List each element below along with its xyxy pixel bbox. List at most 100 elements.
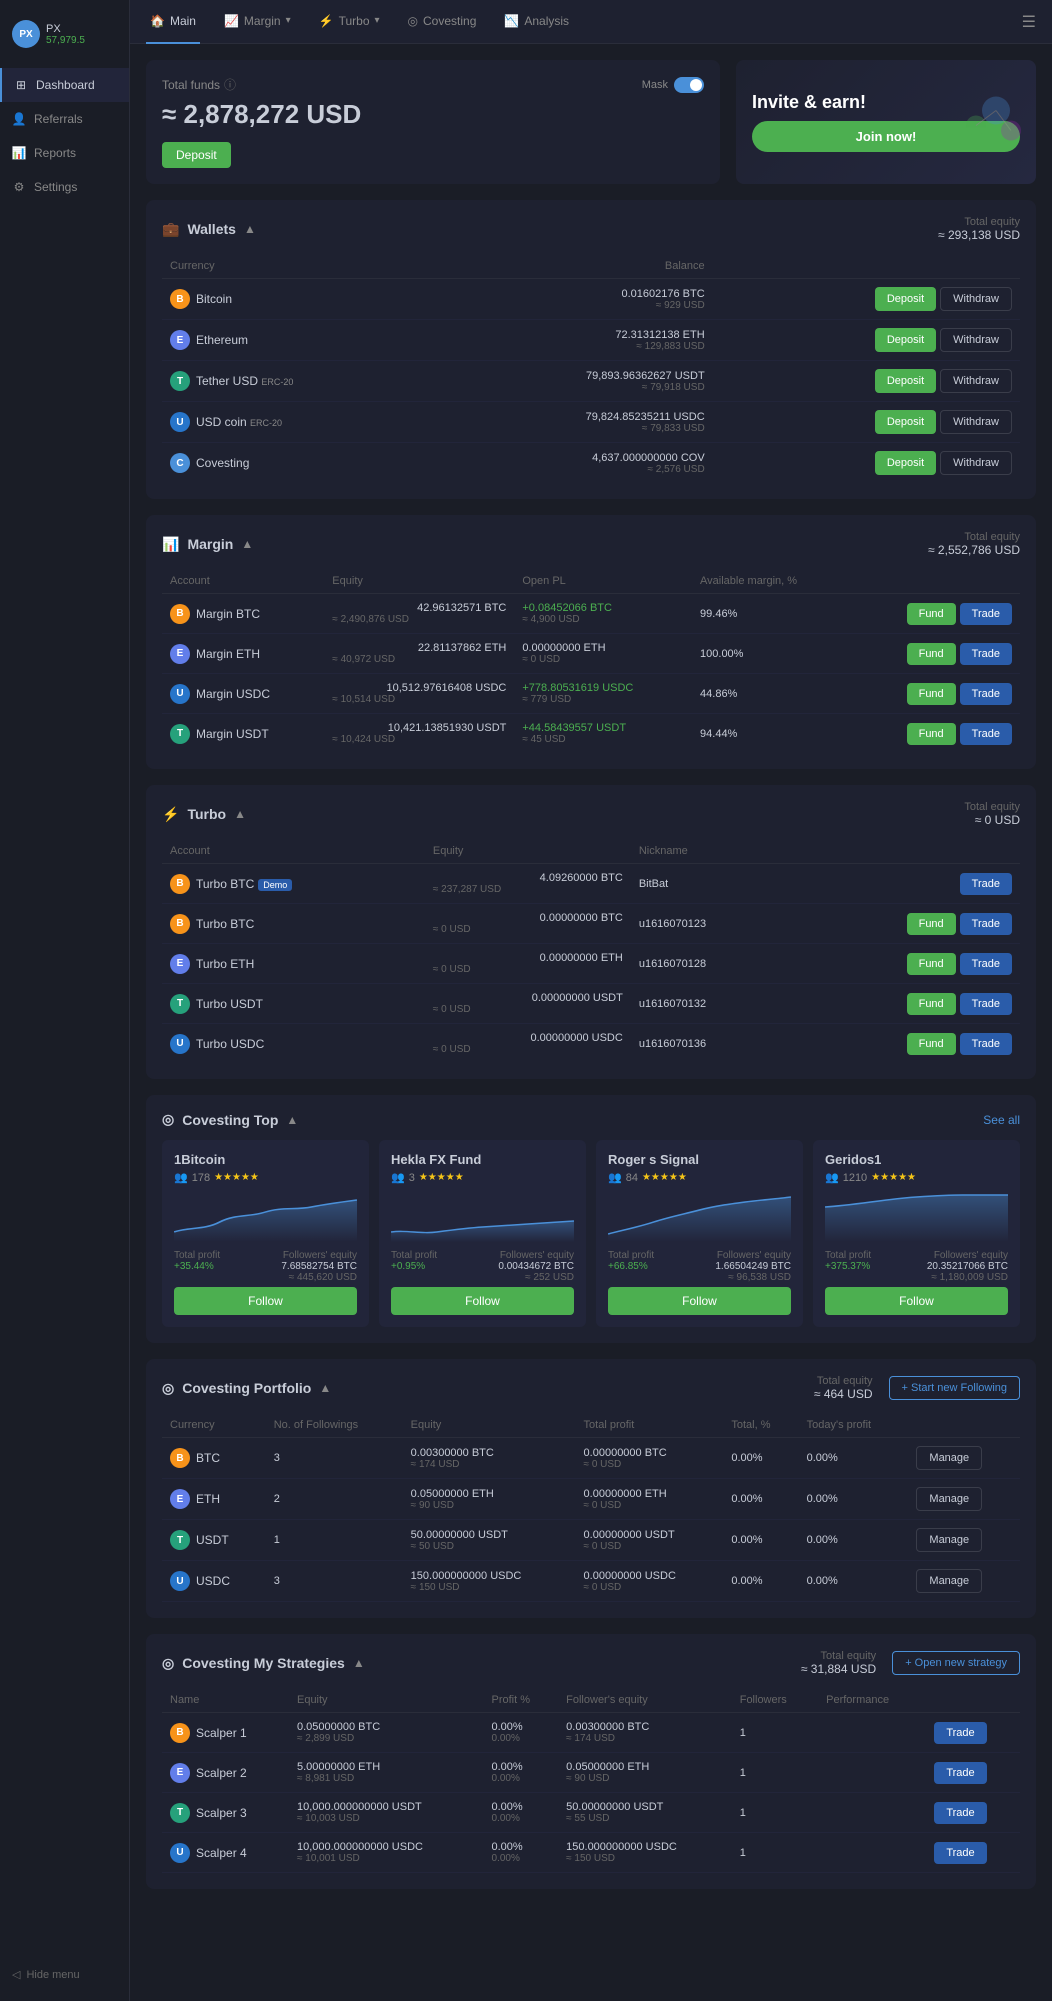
manage-button[interactable]: Manage xyxy=(916,1487,982,1511)
sidebar-item-dashboard[interactable]: ⊞ Dashboard xyxy=(0,68,129,102)
account-cell: B Turbo BTCDemo xyxy=(162,864,425,904)
wallets-collapse[interactable]: ▲ xyxy=(244,222,256,236)
coin-icon: E xyxy=(170,954,190,974)
table-row: B Scalper 1 0.05000000 BTC ≈ 2,899 USD 0… xyxy=(162,1713,1020,1753)
trade-button[interactable]: Trade xyxy=(960,603,1012,625)
coin-icon: T xyxy=(170,1803,190,1823)
deposit-button[interactable]: Deposit xyxy=(875,287,936,311)
profit-cell: 0.00% 0.00% xyxy=(483,1833,558,1873)
margin-equity-label: Total equity xyxy=(928,531,1020,543)
see-all-link[interactable]: See all xyxy=(983,1113,1020,1127)
profit-amount: 0.00000000 USDT xyxy=(584,1529,716,1541)
mask-switch[interactable] xyxy=(674,77,704,93)
tab-covesting[interactable]: ◎ Covesting xyxy=(404,0,481,44)
today-cell: 0.00% xyxy=(799,1438,909,1479)
card-stars: ★★★★★ xyxy=(214,1172,259,1183)
followers-equity-label: Followers' equity xyxy=(715,1250,791,1261)
equity-usd: ≈ 237,287 USD xyxy=(433,884,623,895)
follow-button[interactable]: Follow xyxy=(825,1287,1008,1315)
sidebar-item-referrals[interactable]: 👤 Referrals xyxy=(0,102,129,136)
card-name: Geridos1 xyxy=(825,1152,1008,1167)
deposit-button[interactable]: Deposit xyxy=(875,451,936,475)
total-funds-card: Total funds ⓘ Mask ≈ 2,878,272 USD Depos… xyxy=(146,60,720,184)
table-row: C Covesting 4,637.000000000 COV ≈ 2,576 … xyxy=(162,443,1020,484)
sidebar-item-reports[interactable]: 📊 Reports xyxy=(0,136,129,170)
follow-button[interactable]: Follow xyxy=(174,1287,357,1315)
equity-cell: 5.00000000 ETH ≈ 8,981 USD xyxy=(289,1753,484,1793)
turbo-collapse[interactable]: ▲ xyxy=(234,807,246,821)
withdraw-button[interactable]: Withdraw xyxy=(940,451,1012,475)
manage-button[interactable]: Manage xyxy=(916,1569,982,1593)
manage-button[interactable]: Manage xyxy=(916,1528,982,1552)
followers-equity-value: 20.35217066 BTC xyxy=(927,1261,1008,1272)
equity-amount: 0.00000000 USDT xyxy=(433,992,623,1004)
withdraw-button[interactable]: Withdraw xyxy=(940,369,1012,393)
equity-usd: ≈ 2,490,876 USD xyxy=(332,614,506,625)
fund-button[interactable]: Fund xyxy=(907,603,956,625)
profit1: 0.00% xyxy=(491,1761,550,1773)
balance-cell: 4,637.000000000 COV ≈ 2,576 USD xyxy=(442,443,713,484)
follow-button[interactable]: Follow xyxy=(608,1287,791,1315)
mask-toggle[interactable]: Mask xyxy=(642,77,704,93)
trade-button[interactable]: Trade xyxy=(960,953,1012,975)
turbo-section: ⚡ Turbo ▲ Total equity ≈ 0 USD Account E… xyxy=(146,785,1036,1079)
trade-button[interactable]: Trade xyxy=(934,1802,986,1824)
deposit-button[interactable]: Deposit xyxy=(162,142,231,168)
trade-button[interactable]: Trade xyxy=(960,873,1012,895)
nickname-cell: u1616070132 xyxy=(631,984,789,1024)
strategies-collapse[interactable]: ▲ xyxy=(353,1656,365,1670)
start-following-button[interactable]: + Start new Following xyxy=(889,1376,1020,1400)
trade-button[interactable]: Trade xyxy=(934,1762,986,1784)
performance-cell xyxy=(818,1833,926,1873)
fund-button[interactable]: Fund xyxy=(907,723,956,745)
card-name: Hekla FX Fund xyxy=(391,1152,574,1167)
strategy-name: Scalper 3 xyxy=(196,1806,247,1820)
name-cell: E Scalper 2 xyxy=(162,1753,289,1793)
trade-button[interactable]: Trade xyxy=(960,643,1012,665)
deposit-button[interactable]: Deposit xyxy=(875,410,936,434)
sidebar-item-label: Settings xyxy=(34,180,77,194)
trade-button[interactable]: Trade xyxy=(960,913,1012,935)
fund-button[interactable]: Fund xyxy=(907,953,956,975)
withdraw-button[interactable]: Withdraw xyxy=(940,328,1012,352)
follower-equity-usd: ≈ 150 USD xyxy=(566,1853,724,1864)
covesting-top-collapse[interactable]: ▲ xyxy=(286,1113,298,1127)
wallets-equity-value: ≈ 293,138 USD xyxy=(938,228,1020,242)
portfolio-collapse[interactable]: ▲ xyxy=(319,1381,331,1395)
margin-collapse[interactable]: ▲ xyxy=(241,537,253,551)
wallets-icon: 💼 xyxy=(162,221,179,238)
manage-button[interactable]: Manage xyxy=(916,1446,982,1470)
account-cell: U Turbo USDC xyxy=(162,1024,425,1064)
fund-button[interactable]: Fund xyxy=(907,913,956,935)
deposit-button[interactable]: Deposit xyxy=(875,369,936,393)
deposit-button[interactable]: Deposit xyxy=(875,328,936,352)
sidebar-item-settings[interactable]: ⚙ Settings xyxy=(0,170,129,204)
hamburger-menu[interactable]: ☰ xyxy=(1022,12,1036,32)
tab-analysis[interactable]: 📉 Analysis xyxy=(500,0,573,44)
trade-button[interactable]: Trade xyxy=(934,1722,986,1744)
tab-main[interactable]: 🏠 Main xyxy=(146,0,200,44)
fund-button[interactable]: Fund xyxy=(907,1033,956,1055)
open-strategy-button[interactable]: + Open new strategy xyxy=(892,1651,1020,1675)
trade-button[interactable]: Trade xyxy=(934,1842,986,1864)
turbo-icon: ⚡ xyxy=(162,806,179,823)
actions-cell: Fund Trade xyxy=(850,714,1020,754)
equity-amount: 0.05000000 ETH xyxy=(411,1488,568,1500)
trade-button[interactable]: Trade xyxy=(960,993,1012,1015)
coin-icon: T xyxy=(170,371,190,391)
withdraw-button[interactable]: Withdraw xyxy=(940,287,1012,311)
tab-turbo[interactable]: ⚡ Turbo ▾ xyxy=(315,0,384,44)
fund-button[interactable]: Fund xyxy=(907,683,956,705)
fund-button[interactable]: Fund xyxy=(907,643,956,665)
equity-usd: ≈ 10,514 USD xyxy=(332,694,506,705)
withdraw-button[interactable]: Withdraw xyxy=(940,410,1012,434)
follow-button[interactable]: Follow xyxy=(391,1287,574,1315)
hide-menu-button[interactable]: ◁ Hide menu xyxy=(0,1958,129,1991)
tab-margin[interactable]: 📈 Margin ▾ xyxy=(220,0,295,44)
profit-cell: 0.00% 0.00% xyxy=(483,1753,558,1793)
card-stars: ★★★★★ xyxy=(419,1172,464,1183)
trade-button[interactable]: Trade xyxy=(960,683,1012,705)
trade-button[interactable]: Trade xyxy=(960,723,1012,745)
fund-button[interactable]: Fund xyxy=(907,993,956,1015)
trade-button[interactable]: Trade xyxy=(960,1033,1012,1055)
